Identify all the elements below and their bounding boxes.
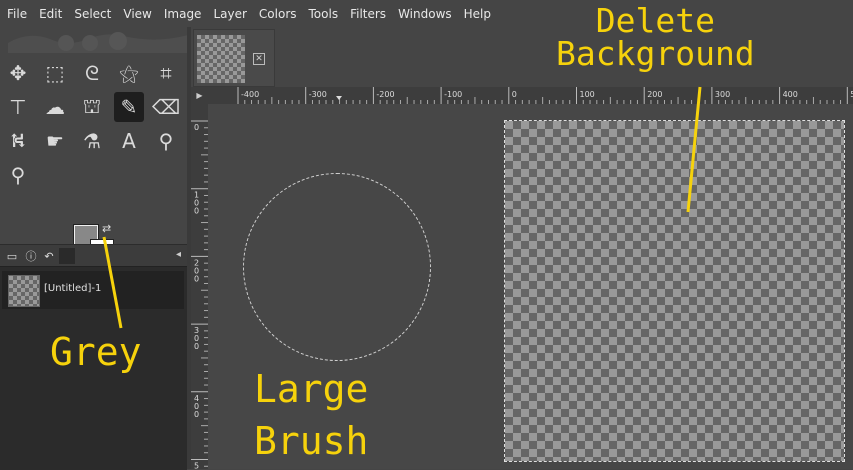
grey-pointer bbox=[102, 236, 123, 329]
grey-annotation: Grey bbox=[50, 330, 142, 374]
delete-background-pointer bbox=[686, 86, 702, 213]
delete-background-annotation: Delete Background bbox=[556, 1, 755, 73]
large-brush-annotation: Large Brush bbox=[254, 367, 369, 464]
